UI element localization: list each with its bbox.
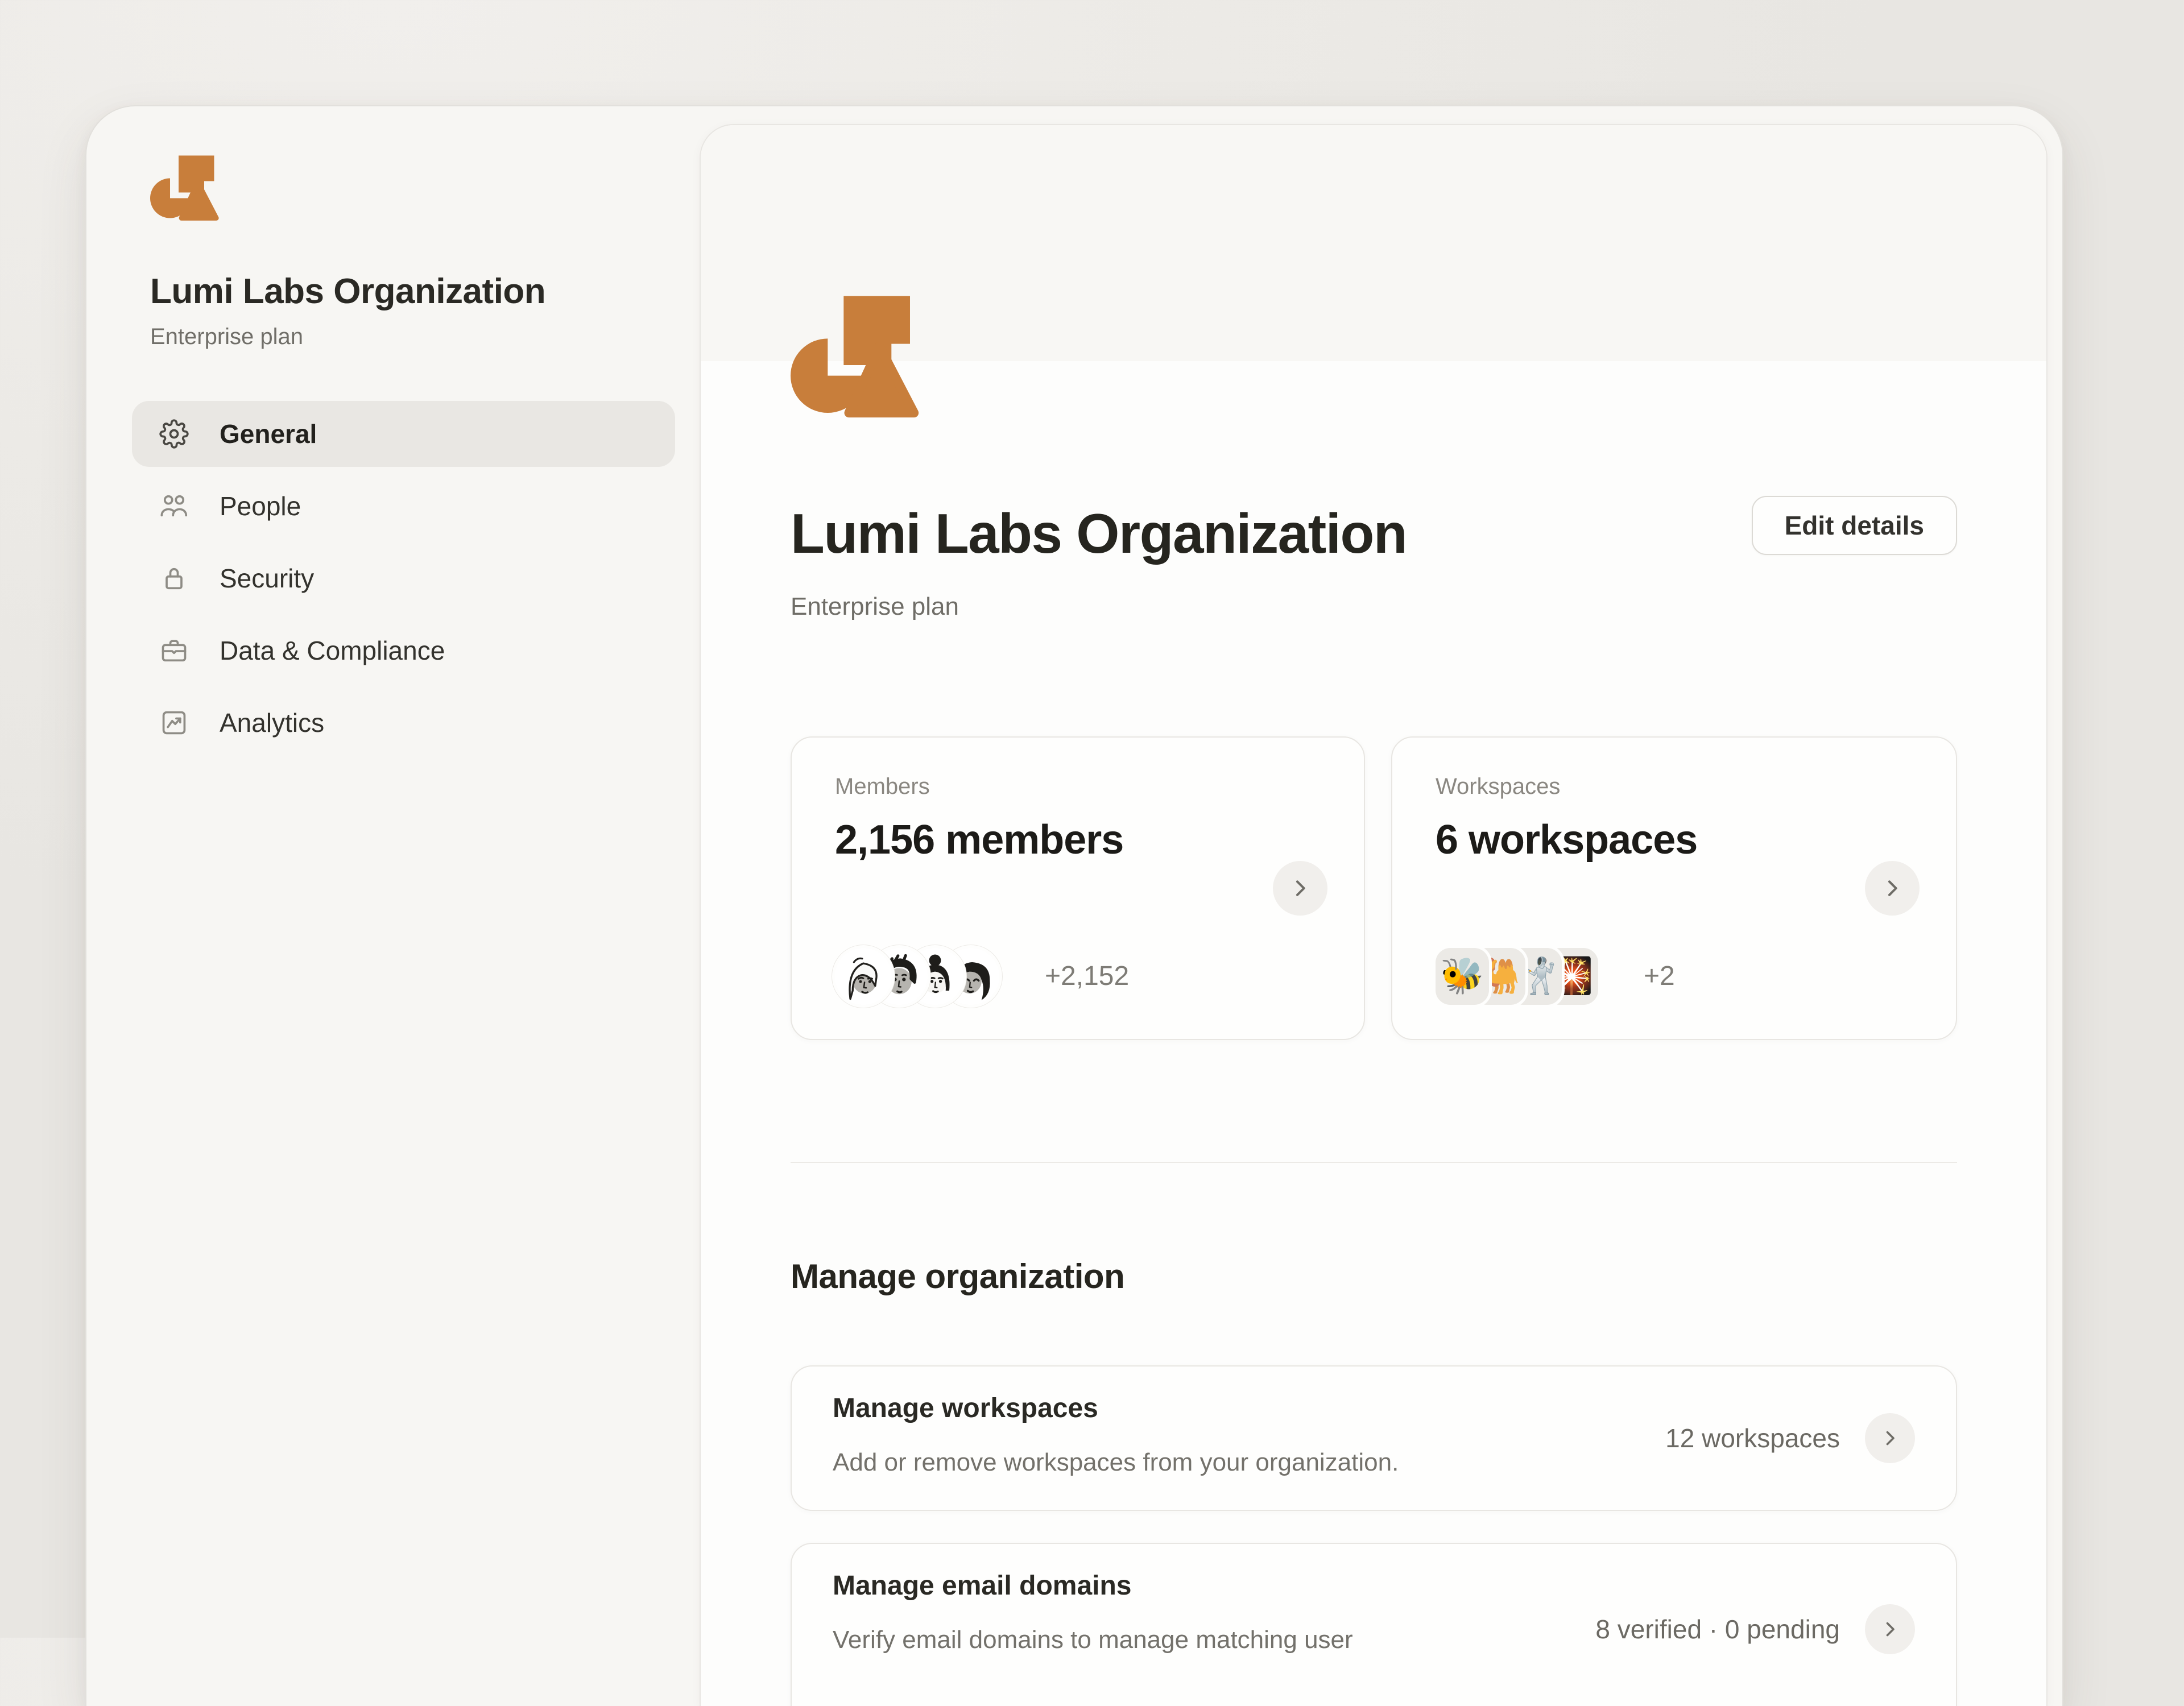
manage-email-domains-chevron-button[interactable] [1865, 1604, 1915, 1654]
sidebar-item-people[interactable]: People [132, 473, 675, 539]
sidebar-item-label: Analytics [220, 707, 324, 738]
member-avatar-stack [835, 948, 999, 1005]
chevron-right-icon [1880, 1619, 1900, 1639]
sidebar-org-name: Lumi Labs Organization [150, 271, 545, 312]
manage-email-domains-meta: 8 verified · 0 pending [1595, 1614, 1840, 1645]
members-card[interactable]: Members 2,156 members [791, 736, 1365, 1040]
workspace-tile-stack: 🐝 🐫 🤺 🎇 [1436, 948, 1598, 1005]
manage-email-domains-row[interactable]: Manage email domains Verify email domain… [791, 1543, 1957, 1706]
manage-email-domains-description: Verify email domains to manage matching … [833, 1624, 1657, 1655]
page-title: Lumi Labs Organization [791, 503, 1407, 565]
section-divider [791, 1162, 1957, 1163]
org-logo-icon [150, 154, 235, 222]
lock-icon [159, 564, 189, 593]
members-card-label: Members [835, 774, 1321, 800]
chevron-right-icon [1880, 1428, 1900, 1448]
workspace-emoji-tile: 🐝 [1436, 948, 1489, 1005]
workspaces-card[interactable]: Workspaces 6 workspaces 🐝 🐫 🤺 🎇 +2 [1391, 736, 1957, 1040]
manage-workspaces-meta: 12 workspaces [1665, 1423, 1840, 1454]
org-logo-large-icon [791, 293, 950, 420]
manage-workspaces-description: Add or remove workspaces from your organ… [833, 1447, 1657, 1478]
sidebar-item-data-compliance[interactable]: Data & Compliance [132, 618, 675, 684]
chart-icon [159, 708, 189, 738]
edit-details-button[interactable]: Edit details [1752, 496, 1957, 555]
workspaces-overflow-count: +2 [1644, 960, 1675, 992]
stats-row: Members 2,156 members [791, 736, 1957, 1040]
workspaces-chevron-button[interactable] [1865, 861, 1920, 916]
users-icon [159, 491, 189, 521]
workspaces-count: 6 workspaces [1436, 817, 1913, 863]
members-chevron-button[interactable] [1273, 861, 1327, 916]
manage-email-domains-title: Manage email domains [833, 1570, 1915, 1601]
manage-workspaces-chevron-button[interactable] [1865, 1413, 1915, 1463]
manage-workspaces-row[interactable]: Manage workspaces Add or remove workspac… [791, 1365, 1957, 1511]
sidebar-plan-label: Enterprise plan [150, 324, 303, 350]
workspaces-card-label: Workspaces [1436, 774, 1913, 800]
plan-label: Enterprise plan [791, 593, 1957, 621]
sidebar-item-label: People [220, 491, 301, 521]
sidebar-nav: General People [132, 401, 675, 762]
chevron-right-icon [1881, 877, 1904, 900]
sidebar-item-general[interactable]: General [132, 401, 675, 467]
member-avatar [835, 948, 892, 1005]
chevron-right-icon [1289, 877, 1312, 900]
members-count: 2,156 members [835, 817, 1321, 863]
sidebar-item-analytics[interactable]: Analytics [132, 690, 675, 756]
sidebar-item-label: Security [220, 563, 314, 594]
sidebar-item-label: General [220, 419, 317, 449]
main-panel: Lumi Labs Organization Edit details Ente… [700, 124, 2048, 1706]
sidebar: Lumi Labs Organization Enterprise plan G… [86, 106, 701, 1706]
briefcase-icon [159, 636, 189, 665]
sidebar-item-security[interactable]: Security [132, 545, 675, 611]
sidebar-item-label: Data & Compliance [220, 635, 445, 666]
gear-icon [159, 419, 189, 449]
manage-organization-heading: Manage organization [791, 1257, 1957, 1296]
members-overflow-count: +2,152 [1045, 960, 1129, 992]
